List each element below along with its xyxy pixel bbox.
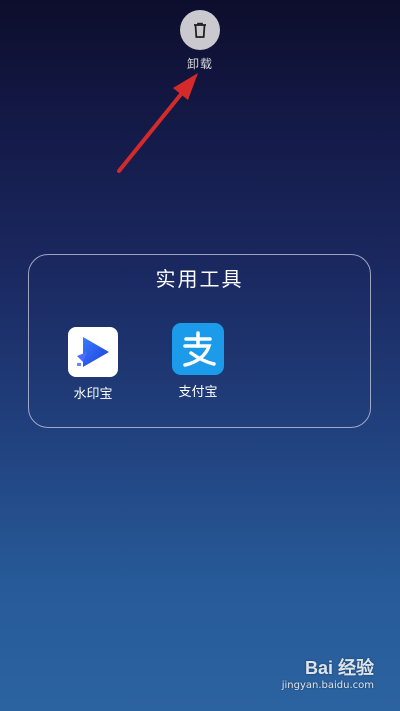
alipay-icon bbox=[172, 323, 224, 375]
app-label-alipay: 支付宝 bbox=[178, 385, 218, 400]
folder-title: 实用工具 bbox=[155, 267, 244, 291]
watermark-url: jingyan.baidu.com bbox=[281, 680, 374, 691]
annotation-arrow bbox=[117, 73, 198, 173]
app-label-watermark: 水印宝 bbox=[73, 387, 113, 402]
watermark-app-icon bbox=[68, 327, 118, 377]
watermark-logo: Bai 经验 bbox=[304, 658, 374, 678]
app-alipay[interactable]: 支付宝 bbox=[162, 323, 234, 400]
baidu-jingyan-watermark: Bai 经验 jingyan.baidu.com bbox=[282, 654, 374, 691]
app-watermark[interactable]: 水印宝 bbox=[57, 327, 129, 402]
folder-utilities: 实用工具 水印宝 支付宝 bbox=[28, 254, 371, 428]
